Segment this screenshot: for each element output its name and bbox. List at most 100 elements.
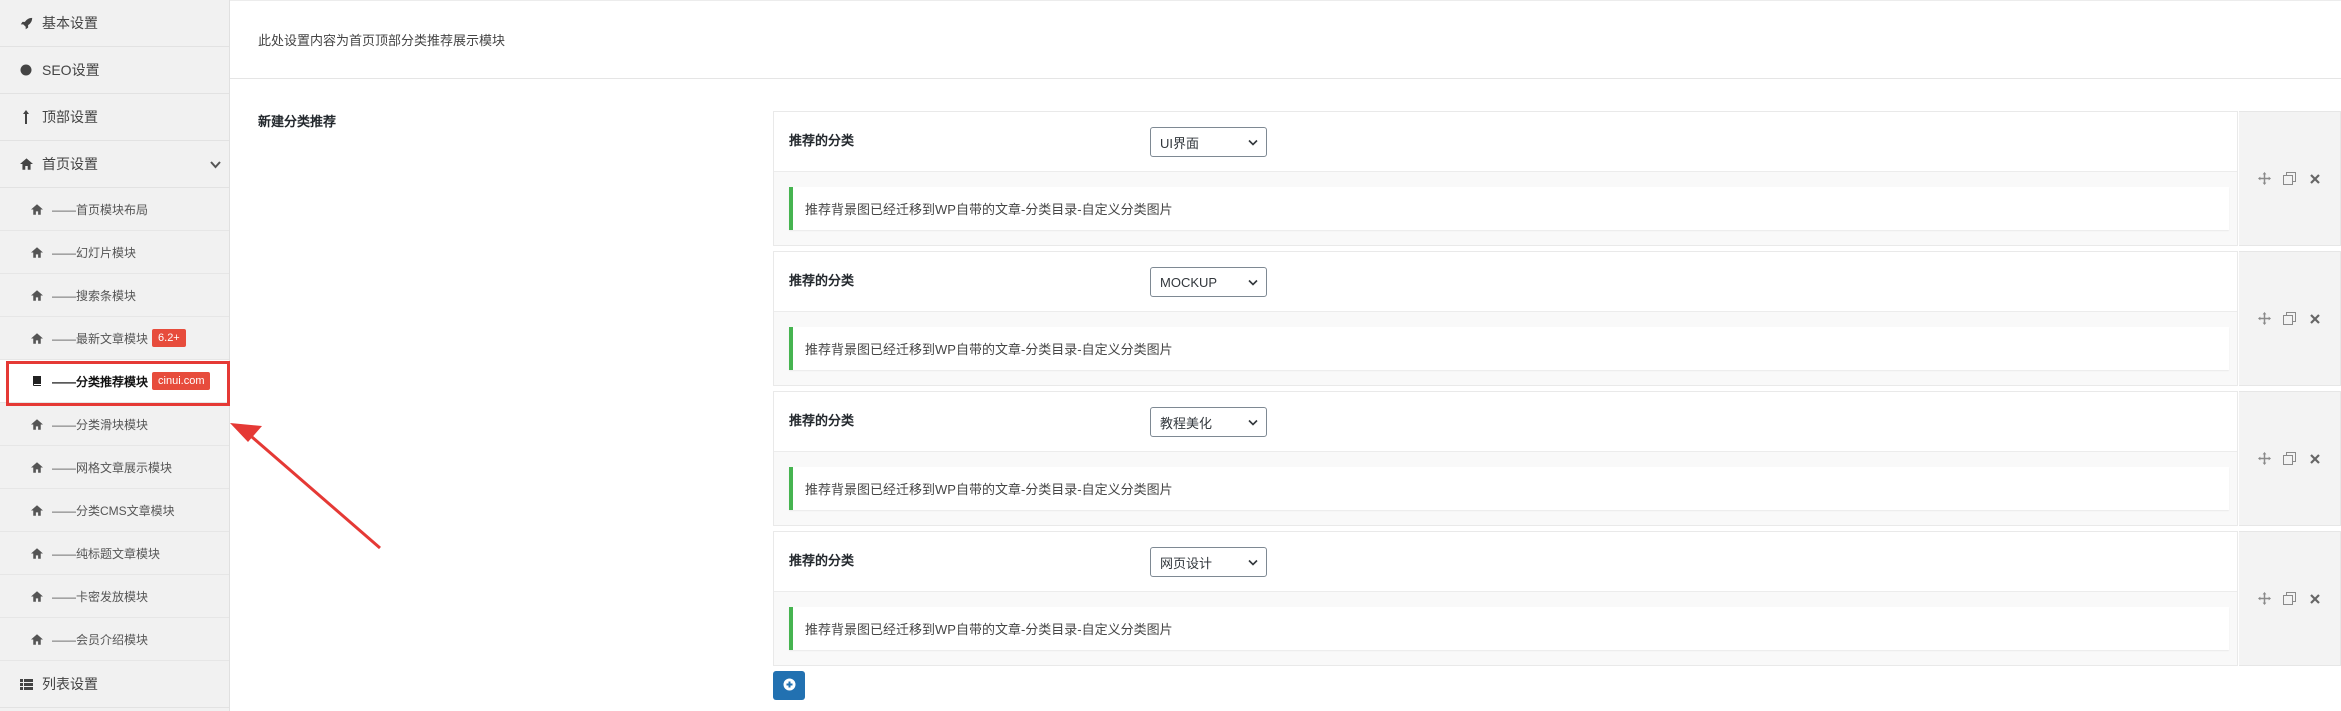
add-group-button[interactable] <box>773 671 805 700</box>
repeater-group-content: 推荐的分类 教程美化 推荐背景图已经迁移到WP自带的文章-分类目录-自定义分类图… <box>773 391 2238 526</box>
home-icon <box>18 158 34 170</box>
duplicate-icon[interactable] <box>2283 592 2297 606</box>
repeater-group-content: 推荐的分类 MOCKUP 推荐背景图已经迁移到WP自带的文章-分类目录-自定义分… <box>773 251 2238 386</box>
repeater-group-content: 推荐的分类 UI界面 推荐背景图已经迁移到WP自带的文章-分类目录-自定义分类图… <box>773 111 2238 246</box>
info-notice-text: 推荐背景图已经迁移到WP自带的文章-分类目录-自定义分类图片 <box>805 342 1173 357</box>
sidebar-subitem-membership[interactable]: ——会员介绍模块 <box>0 618 229 661</box>
sidebar-item-label: 顶部设置 <box>42 109 98 125</box>
repeater-group-header: 推荐的分类 教程美化 <box>774 392 2237 452</box>
info-notice-text: 推荐背景图已经迁移到WP自带的文章-分类目录-自定义分类图片 <box>805 202 1173 217</box>
home-icon <box>30 332 44 344</box>
sidebar-item-label: 列表设置 <box>42 676 98 692</box>
home-icon <box>30 418 44 430</box>
sidebar-subitem-search-bar[interactable]: ——搜索条模块 <box>0 274 229 317</box>
close-icon[interactable] <box>2308 592 2322 606</box>
category-field-label: 推荐的分类 <box>789 133 855 148</box>
duplicate-icon[interactable] <box>2283 452 2297 466</box>
home-icon <box>30 547 44 559</box>
sidebar-subitem-slider[interactable]: ——幻灯片模块 <box>0 231 229 274</box>
sidebar-subitem-label: ——分类滑块模块 <box>52 417 149 432</box>
move-icon[interactable] <box>2258 452 2272 466</box>
chevron-down-icon <box>210 156 221 172</box>
version-badge: 6.2+ <box>152 329 186 347</box>
chevron-down-icon <box>1248 275 1258 290</box>
category-select-value: 教程美化 <box>1160 415 1213 431</box>
info-notice-text: 推荐背景图已经迁移到WP自带的文章-分类目录-自定义分类图片 <box>805 482 1173 497</box>
arrow-up-icon <box>18 110 34 124</box>
info-notice-text: 推荐背景图已经迁移到WP自带的文章-分类目录-自定义分类图片 <box>805 622 1173 637</box>
repeater-group-controls <box>2239 531 2341 666</box>
sidebar-subitem-latest-posts[interactable]: ——最新文章模块 6.2+ <box>0 317 229 360</box>
field-title: 新建分类推荐 <box>258 114 337 129</box>
repeater-group: 推荐的分类 网页设计 推荐背景图已经迁移到WP自带的文章-分类目录-自定义分类图… <box>773 531 2341 666</box>
repeater-group-controls <box>2239 251 2341 386</box>
repeater-group-content: 推荐的分类 网页设计 推荐背景图已经迁移到WP自带的文章-分类目录-自定义分类图… <box>773 531 2238 666</box>
category-field-label: 推荐的分类 <box>789 553 855 568</box>
circle-icon <box>18 64 34 76</box>
duplicate-icon[interactable] <box>2283 312 2297 326</box>
plus-circle-icon <box>783 678 796 694</box>
repeater-group-header: 推荐的分类 UI界面 <box>774 112 2237 172</box>
category-select-value: 网页设计 <box>1160 555 1213 571</box>
sidebar-subitem-home-layout[interactable]: ——首页模块布局 <box>0 188 229 231</box>
sidebar-item-label: 基本设置 <box>42 15 98 31</box>
category-field-label: 推荐的分类 <box>789 413 855 428</box>
sidebar-subitem-grid-posts[interactable]: ——网格文章展示模块 <box>0 446 229 489</box>
rocket-icon <box>18 17 34 30</box>
repeater-group: 推荐的分类 教程美化 推荐背景图已经迁移到WP自带的文章-分类目录-自定义分类图… <box>773 391 2341 526</box>
close-icon[interactable] <box>2308 172 2322 186</box>
repeater-group: 推荐的分类 MOCKUP 推荐背景图已经迁移到WP自带的文章-分类目录-自定义分… <box>773 251 2341 386</box>
repeater-group-controls <box>2239 111 2341 246</box>
sidebar-subitem-label: ——首页模块布局 <box>52 202 149 217</box>
repeater-group-controls <box>2239 391 2341 526</box>
sidebar-subitem-label: ——分类CMS文章模块 <box>52 503 175 518</box>
sidebar-item-seo[interactable]: SEO设置 <box>0 47 229 94</box>
home-icon <box>30 203 44 215</box>
watermark-badge: cinui.com <box>152 372 211 390</box>
home-icon <box>30 289 44 301</box>
info-notice: 推荐背景图已经迁移到WP自带的文章-分类目录-自定义分类图片 <box>789 467 2229 510</box>
sidebar-subitem-category-slider[interactable]: ——分类滑块模块 <box>0 403 229 446</box>
home-icon <box>30 461 44 473</box>
sidebar-subitem-label: ——最新文章模块 <box>52 331 149 346</box>
home-icon <box>30 590 44 602</box>
sidebar-item-homepage[interactable]: 首页设置 <box>0 141 229 188</box>
sidebar-subitem-category-recommend[interactable]: ——分类推荐模块 cinui.com <box>0 360 229 403</box>
chevron-down-icon <box>1248 135 1258 150</box>
sidebar-subitem-label: ——搜索条模块 <box>52 288 137 303</box>
sidebar-subitem-label: ——分类推荐模块 <box>52 374 149 389</box>
category-select-value: MOCKUP <box>1160 274 1218 290</box>
duplicate-icon[interactable] <box>2283 172 2297 186</box>
move-icon[interactable] <box>2258 172 2272 186</box>
info-notice: 推荐背景图已经迁移到WP自带的文章-分类目录-自定义分类图片 <box>789 187 2229 230</box>
book-icon <box>30 375 44 387</box>
category-select[interactable]: MOCKUP <box>1150 267 1267 297</box>
sidebar-item-label: SEO设置 <box>42 62 100 78</box>
move-icon[interactable] <box>2258 592 2272 606</box>
category-select[interactable]: UI界面 <box>1150 127 1267 157</box>
close-icon[interactable] <box>2308 452 2322 466</box>
arrow-shaft <box>251 435 381 550</box>
repeater-group-header: 推荐的分类 网页设计 <box>774 532 2237 592</box>
repeater-group: 推荐的分类 UI界面 推荐背景图已经迁移到WP自带的文章-分类目录-自定义分类图… <box>773 111 2341 246</box>
info-notice: 推荐背景图已经迁移到WP自带的文章-分类目录-自定义分类图片 <box>789 327 2229 370</box>
sidebar-subitem-category-cms[interactable]: ——分类CMS文章模块 <box>0 489 229 532</box>
home-icon <box>30 504 44 516</box>
sidebar-subitem-card-key[interactable]: ——卡密发放模块 <box>0 575 229 618</box>
close-icon[interactable] <box>2308 312 2322 326</box>
sidebar-item-list[interactable]: 列表设置 <box>0 661 229 708</box>
sidebar-subitem-label: ——纯标题文章模块 <box>52 546 161 561</box>
home-icon <box>30 633 44 645</box>
section-description-text: 此处设置内容为首页顶部分类推荐展示模块 <box>258 33 506 48</box>
category-select[interactable]: 教程美化 <box>1150 407 1267 437</box>
sidebar-item-header[interactable]: 顶部设置 <box>0 94 229 141</box>
repeater-group-header: 推荐的分类 MOCKUP <box>774 252 2237 312</box>
move-icon[interactable] <box>2258 312 2272 326</box>
sidebar-subitem-title-posts[interactable]: ——纯标题文章模块 <box>0 532 229 575</box>
chevron-down-icon <box>1248 415 1258 430</box>
category-select[interactable]: 网页设计 <box>1150 547 1267 577</box>
sidebar-item-basic[interactable]: 基本设置 <box>0 0 229 47</box>
sidebar-subitem-label: ——网格文章展示模块 <box>52 460 173 475</box>
arrow-head <box>230 423 262 442</box>
section-description: 此处设置内容为首页顶部分类推荐展示模块 <box>230 0 2341 79</box>
